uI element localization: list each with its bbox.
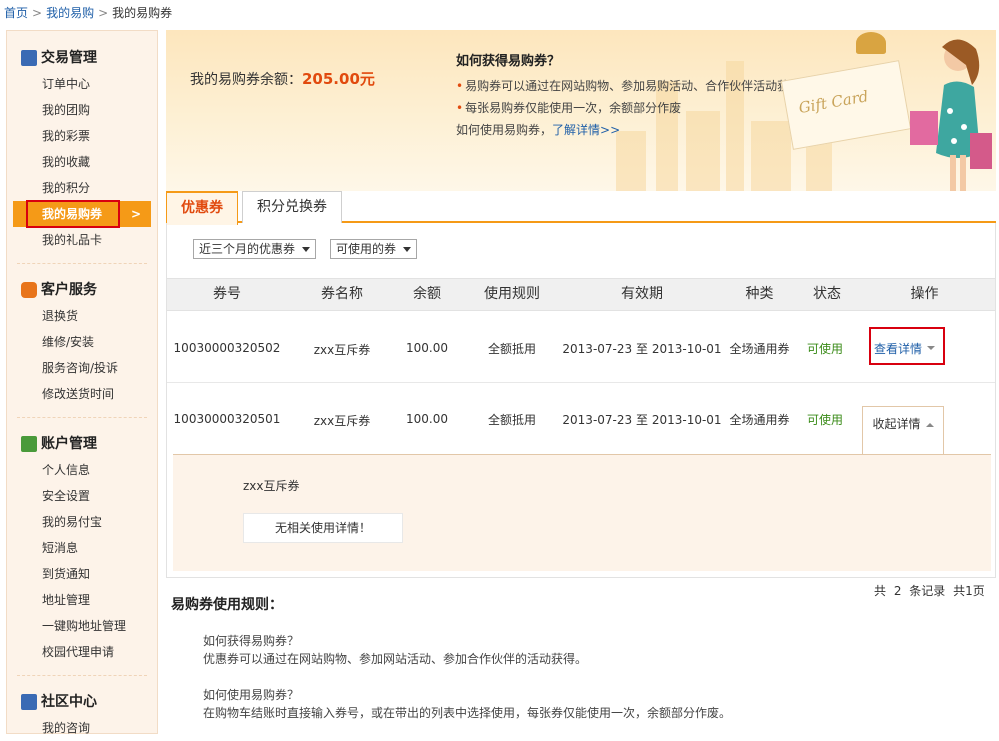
- highlight-box: [26, 200, 120, 228]
- shopping-woman-illustration: [910, 39, 992, 191]
- coupon-validity: 2013-07-23 至 2013-10-01: [562, 413, 722, 427]
- sidebar-section-trade: 交易管理 订单中心 我的团购 我的彩票 我的收藏 我的积分 我的易购券 > 我的礼…: [7, 45, 157, 253]
- rules-line: 在购物车结账时直接输入券号，或在带出的列表中选择使用，每张券仅能使用一次，余额部…: [203, 706, 732, 720]
- rules-line: 如何获得易购券？: [203, 634, 300, 648]
- how-to-line: 易购券可以通过在网站购物、参加易购活动、合作伙伴活动获得: [465, 79, 802, 93]
- sidebar-section-community: 社区中心 我的咨询: [7, 689, 157, 741]
- sidebar-item-returns[interactable]: 退换货: [7, 303, 157, 329]
- sidebar-item-lottery[interactable]: 我的彩票: [7, 123, 157, 149]
- bullet-icon: •: [456, 101, 464, 115]
- breadcrumb-current: 我的易购券: [112, 6, 173, 20]
- column-header: 状态: [813, 286, 841, 302]
- sidebar: 交易管理 订单中心 我的团购 我的彩票 我的收藏 我的积分 我的易购券 > 我的礼…: [6, 30, 158, 735]
- sidebar-item-security[interactable]: 安全设置: [7, 483, 157, 509]
- period-filter-select[interactable]: 近三个月的优惠券: [193, 239, 317, 259]
- tab-coupons[interactable]: 优惠券: [166, 191, 238, 225]
- sidebar-item-gift-card[interactable]: 我的礼品卡: [7, 227, 157, 253]
- rules-title: 易购券使用规则：: [171, 597, 283, 613]
- coupon-kind: 全场通用券: [729, 413, 790, 427]
- coupon-banner: 我的易购券余额：205.00元 如何获得易购券？ • 易购券可以通过在网站购物、参…: [166, 30, 996, 191]
- rules-spacer: [203, 668, 731, 686]
- coupon-balance: 我的易购券余额：205.00元: [190, 70, 375, 88]
- breadcrumb: 首页 > 我的易购 > 我的易购券: [0, 0, 999, 28]
- bullet-icon: •: [456, 79, 464, 93]
- rules-content: 如何获得易购券？ 优惠券可以通过在网站购物、参加网站活动、参加合作伙伴的活动获得…: [203, 632, 731, 722]
- sidebar-item-orders[interactable]: 订单中心: [7, 71, 157, 97]
- coupon-name: zxx互斥券: [313, 414, 371, 428]
- status-badge: 可使用: [806, 413, 843, 427]
- gift-bow-illustration: [856, 32, 886, 54]
- breadcrumb-my-yigou[interactable]: 我的易购: [46, 6, 94, 20]
- sidebar-section-account: 账户管理 个人信息 安全设置 我的易付宝 短消息 到货通知 地址管理 一键购地址…: [7, 431, 157, 665]
- how-to-title: 如何获得易购券？: [456, 54, 561, 69]
- column-header: 有效期: [621, 286, 663, 302]
- table-header: 券号 券名称 余额 使用规则 有效期 种类 状态 操作: [167, 278, 995, 311]
- sidebar-item-points[interactable]: 我的积分: [7, 175, 157, 201]
- coupon-tabs: 优惠券 积分兑换券: [166, 191, 996, 225]
- community-s-icon: [21, 694, 37, 710]
- coupon-detail-panel: zxx互斥券 无相关使用详情！: [173, 454, 991, 571]
- user-icon: [21, 436, 37, 452]
- sidebar-item-delivery-time[interactable]: 修改送货时间: [7, 381, 157, 407]
- coupon-name: zxx互斥券: [313, 343, 371, 357]
- coupon-panel: 近三个月的优惠券 可使用的券 券号 券名称 余额 使用规则 有效期 种类 状态 …: [166, 223, 996, 578]
- column-header: 余额: [413, 286, 441, 302]
- sidebar-item-messages[interactable]: 短消息: [7, 535, 157, 561]
- coupon-validity: 2013-07-23 至 2013-10-01: [562, 342, 722, 356]
- column-header: 券号: [213, 286, 241, 302]
- tab-points-coupons[interactable]: 积分兑换券: [242, 191, 342, 223]
- coupon-balance-value: 205.00元: [302, 70, 375, 88]
- pagination-summary: 共 2 条记录 共1页: [874, 584, 985, 598]
- breadcrumb-separator-icon: >: [98, 6, 109, 20]
- sidebar-item-arrival-notice[interactable]: 到货通知: [7, 561, 157, 587]
- how-to-get-coupons: 如何获得易购券？ • 易购券可以通过在网站购物、参加易购活动、合作伙伴活动获得 •…: [456, 50, 801, 141]
- document-list-icon: [21, 50, 37, 66]
- sidebar-item-consultation[interactable]: 我的咨询: [7, 715, 157, 741]
- detail-coupon-name: zxx互斥券: [243, 479, 300, 493]
- coupon-balance-cell: 100.00: [406, 412, 448, 426]
- sidebar-item-favorites[interactable]: 我的收藏: [7, 149, 157, 175]
- sidebar-item-profile[interactable]: 个人信息: [7, 457, 157, 483]
- sidebar-item-one-click-address[interactable]: 一键购地址管理: [7, 613, 157, 639]
- column-header: 使用规则: [484, 286, 540, 302]
- sidebar-section-service: 客户服务 退换货 维修/安装 服务咨询/投诉 修改送货时间: [7, 277, 157, 407]
- column-header: 券名称: [321, 286, 363, 302]
- sidebar-item-address[interactable]: 地址管理: [7, 587, 157, 613]
- sidebar-item-coupons[interactable]: 我的易购券 >: [13, 200, 151, 228]
- sidebar-item-repair[interactable]: 维修/安装: [7, 329, 157, 355]
- sidebar-section-title: 社区中心: [7, 689, 157, 715]
- coupon-balance-cell: 100.00: [406, 341, 448, 355]
- rules-line: 优惠券可以通过在网站购物、参加网站活动、参加合作伙伴的活动获得。: [203, 652, 588, 666]
- breadcrumb-separator-icon: >: [32, 6, 43, 20]
- sidebar-item-campus-agent[interactable]: 校园代理申请: [7, 639, 157, 665]
- coupon-code: 10030000320501: [173, 412, 281, 426]
- coupon-rule: 全额抵用: [487, 342, 536, 356]
- coupon-code: 10030000320502: [173, 341, 281, 355]
- heart-icon: [21, 282, 37, 298]
- column-header: 种类: [745, 286, 774, 302]
- sidebar-section-title: 账户管理: [7, 431, 157, 457]
- rules-line: 如何使用易购券？: [203, 688, 300, 702]
- detail-empty-message: 无相关使用详情！: [243, 513, 403, 543]
- sidebar-divider: [17, 675, 147, 676]
- sidebar-item-group-buy[interactable]: 我的团购: [7, 97, 157, 123]
- breadcrumb-home[interactable]: 首页: [4, 6, 28, 20]
- sidebar-item-complaint[interactable]: 服务咨询/投诉: [7, 355, 157, 381]
- coupon-rule: 全额抵用: [487, 413, 536, 427]
- coupon-kind: 全场通用券: [729, 342, 790, 356]
- status-filter-select[interactable]: 可使用的券: [330, 239, 418, 259]
- highlight-box: [869, 327, 945, 365]
- sidebar-divider: [17, 263, 147, 264]
- learn-more-link[interactable]: 了解详情>>: [552, 123, 620, 137]
- sidebar-divider: [17, 417, 147, 418]
- status-badge: 可使用: [806, 342, 843, 356]
- chevron-right-icon: >: [130, 207, 141, 221]
- how-to-line: 每张易购券仅能使用一次，余额部分作废: [465, 101, 682, 115]
- column-header: 操作: [910, 286, 939, 302]
- collapse-details-button[interactable]: 收起详情: [862, 406, 944, 455]
- sidebar-section-title: 客户服务: [7, 277, 157, 303]
- sidebar-section-title: 交易管理: [7, 45, 157, 71]
- sidebar-item-yifubao[interactable]: 我的易付宝: [7, 509, 157, 535]
